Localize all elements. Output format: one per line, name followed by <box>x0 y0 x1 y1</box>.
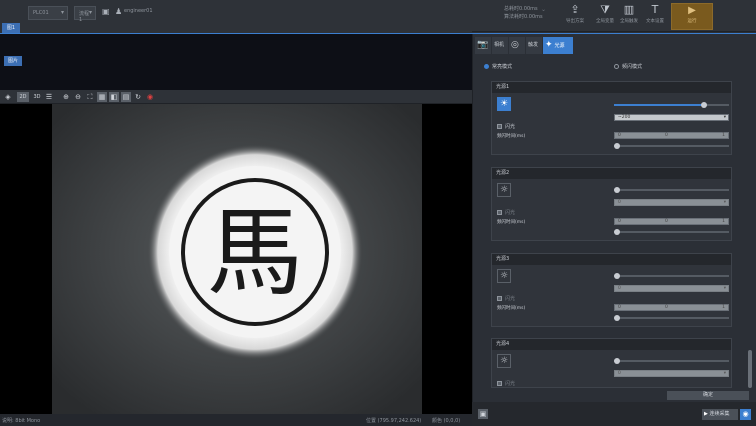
strobe-checkbox[interactable]: 闪光 <box>497 123 515 130</box>
tab-image-1[interactable]: 图1 <box>2 23 20 33</box>
save-icon[interactable]: ▣ <box>102 7 110 16</box>
chess-piece-glyph: 馬 <box>207 197 303 309</box>
algo-time-stat: 算法耗时0.00ms <box>504 14 543 20</box>
light-group-1: 光源1 ☀ ~200 ▾ 闪光 频闪时间(ms) 001 <box>491 81 732 155</box>
record-icon[interactable]: ◉ <box>145 92 155 102</box>
tab-trigger[interactable]: ◎ <box>509 37 525 54</box>
bulb-icon[interactable]: ☼ <box>497 269 511 283</box>
strobe-time-label: 频闪时间(ms) <box>497 134 526 139</box>
rotate-icon[interactable]: ↻ <box>133 92 143 102</box>
image-button[interactable]: 图片 <box>4 56 22 66</box>
tab-camera[interactable]: 📷 <box>475 37 491 54</box>
chevron-down-icon: ▾ <box>88 9 92 16</box>
strobe-time-range[interactable]: 001 <box>614 304 729 311</box>
view-toolbar: ◈ 2D 3D ☰ ⊕ ⊖ ⛶ ▦ ◧ ▤ ↻ ◉ <box>0 90 472 104</box>
thumbnail-strip: 图片 <box>0 34 472 90</box>
export-icon: ⇪ <box>570 3 580 16</box>
tab-trigger-label[interactable]: 触发 <box>526 37 542 54</box>
strobe-slider[interactable] <box>614 315 729 321</box>
strobe-slider[interactable] <box>614 229 729 235</box>
text-setting-button[interactable]: T 文本设置 <box>640 3 670 29</box>
brightness-slider[interactable] <box>614 273 729 279</box>
mode-constant-radio[interactable]: 常亮模式 <box>484 63 512 70</box>
brightness-select[interactable]: 0 ▾ <box>614 370 729 377</box>
strobe-checkbox[interactable]: 闪光 <box>497 380 515 387</box>
brightness-slider[interactable] <box>614 358 729 364</box>
fit-icon[interactable]: ⛶ <box>85 92 95 102</box>
strobe-checkbox[interactable]: 闪光 <box>497 295 515 302</box>
flow-combo[interactable]: 流程1 ▾ <box>74 6 96 23</box>
light-icon: ✦ <box>545 40 553 50</box>
mode-strobe-radio[interactable]: 频闪模式 <box>614 63 642 70</box>
brightness-slider[interactable] <box>614 102 729 108</box>
light-group-title: 光源3 <box>492 254 731 265</box>
status-coords: 位置 (795.97,242.624) <box>366 418 422 424</box>
strobe-slider[interactable] <box>614 143 729 149</box>
ok-button[interactable]: 确定 <box>667 391 749 400</box>
light-group-title: 光源2 <box>492 168 731 179</box>
camera-icon[interactable]: ◉ <box>740 409 751 420</box>
user-label: engineer01 <box>124 8 153 14</box>
view-2d-button[interactable]: 2D <box>17 92 29 102</box>
status-bar: 说明: 8bit Mono 位置 (795.97,242.624) 颜色 (0,… <box>0 414 472 426</box>
scrollbar-thumb[interactable] <box>748 350 752 388</box>
view-3d-button[interactable]: 3D <box>31 92 43 102</box>
grid-icon[interactable]: ▦ <box>97 92 107 102</box>
aperture-icon: ◎ <box>511 40 519 50</box>
continuous-capture-button[interactable]: ▶ 连续采集 <box>702 409 738 420</box>
strobe-time-range[interactable]: 001 <box>614 218 729 225</box>
device-combo[interactable]: PLC01 ▾ <box>28 6 68 20</box>
light-group-3: 光源3 ☼ 0 ▾ 闪光 频闪时间(ms) 001 <box>491 253 732 327</box>
light-group-2: 光源2 ☼ 0 ▾ 闪光 频闪时间(ms) 001 <box>491 167 732 241</box>
brightness-select[interactable]: 0 ▾ <box>614 285 729 292</box>
layers-icon[interactable]: ◈ <box>3 92 13 102</box>
chevron-down-icon: ▾ <box>60 9 64 16</box>
light-group-title: 光源1 <box>492 82 731 93</box>
strobe-time-label: 频闪时间(ms) <box>497 220 526 225</box>
bulb-icon[interactable]: ☀ <box>497 97 511 111</box>
device-combo-value: PLC01 <box>33 10 49 16</box>
tab-camera-label[interactable]: 相机 <box>492 37 508 54</box>
light-group-title: 光源4 <box>492 339 731 350</box>
zoom-in-icon[interactable]: ⊕ <box>61 92 71 102</box>
brightness-select[interactable]: 0 ▾ <box>614 199 729 206</box>
camera-image: 馬 <box>0 104 472 414</box>
zoom-out-icon[interactable]: ⊖ <box>73 92 83 102</box>
save-icon[interactable]: ▣ <box>478 409 488 419</box>
tab-light[interactable]: ✦ 光源 <box>543 37 573 54</box>
play-icon: ▶ <box>688 5 696 16</box>
light-group-4: 光源4 ☼ 0 ▾ 闪光 <box>491 338 732 388</box>
strobe-time-range[interactable]: 001 <box>614 132 729 139</box>
bulb-icon[interactable]: ☼ <box>497 183 511 197</box>
strobe-time-label: 频闪时间(ms) <box>497 306 526 311</box>
strobe-checkbox[interactable]: 闪光 <box>497 209 515 216</box>
total-time-stat: 总耗时0.00ms <box>504 6 538 12</box>
image-viewport[interactable]: 馬 <box>0 104 472 414</box>
image-icon[interactable]: ▤ <box>121 92 131 102</box>
list-icon[interactable]: ☰ <box>44 92 54 102</box>
status-pixel: 颜色 (0,0,0) <box>432 418 461 424</box>
camera-icon: 📷 <box>477 40 489 50</box>
panel-footer: ▣ ▶ 连续采集 ◉ <box>472 402 756 426</box>
user-icon[interactable]: ♟ <box>115 7 122 16</box>
text-icon: T <box>651 3 659 16</box>
collapse-icon[interactable]: ⌄ <box>541 6 546 13</box>
bulb-icon[interactable]: ☼ <box>497 354 511 368</box>
run-button[interactable]: ▶ 运行 <box>671 3 713 30</box>
video-icon: ▶ <box>704 411 708 417</box>
split-icon[interactable]: ◧ <box>109 92 119 102</box>
panel-scrollbar[interactable] <box>747 62 753 392</box>
brightness-slider[interactable] <box>614 187 729 193</box>
status-description: 说明: 8bit Mono <box>2 418 41 424</box>
export-button[interactable]: ⇪ 导出方案 <box>560 3 590 29</box>
brightness-select[interactable]: ~200 ▾ <box>614 114 729 121</box>
